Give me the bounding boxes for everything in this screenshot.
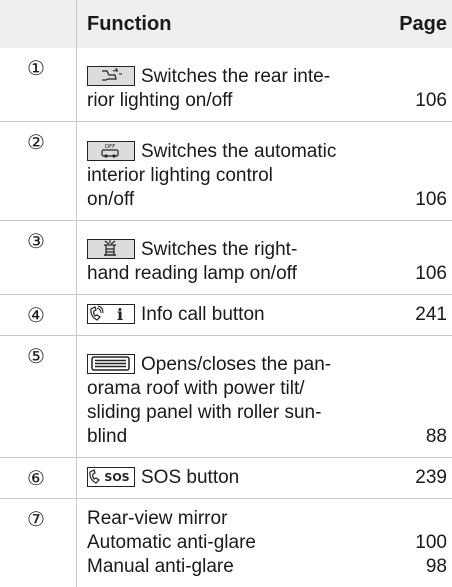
page-cell: 106	[380, 220, 452, 294]
function-text-line: Info call button	[141, 304, 265, 325]
row-number: ⑥	[27, 466, 45, 490]
info-call-icon: i	[87, 304, 135, 324]
table-row: ② OFF Switches the automatic interior li…	[0, 121, 452, 220]
table-row: ③ Switches the right- hand reading lamp …	[0, 220, 452, 294]
function-table: Function Page ① Switches the rear inte- …	[0, 0, 452, 587]
row-number: ⑤	[27, 344, 45, 368]
row-number-cell: ③	[0, 220, 77, 294]
reading-lamp-icon	[87, 239, 135, 259]
function-cell: i Info call button	[77, 294, 380, 335]
sub-item: Manual anti-glare 98	[87, 555, 447, 579]
function-text-line: blind	[87, 425, 374, 449]
table-row: ⑦ Rear-view mirror Automatic anti-glare …	[0, 498, 452, 587]
function-text-line: on/off	[87, 188, 374, 212]
function-text-line: Opens/closes the pan-	[141, 354, 331, 375]
sos-call-icon: SOS	[87, 467, 135, 487]
row-number-cell: ⑦	[0, 498, 77, 587]
sub-item: Automatic anti-glare 100	[87, 531, 447, 555]
table-row: ⑥ SOS SOS button 239	[0, 457, 452, 498]
info-i-glyph: i	[117, 305, 123, 322]
function-cell: Opens/closes the pan- orama roof with po…	[77, 335, 380, 457]
row-number: ②	[27, 130, 45, 154]
row-number-cell: ②	[0, 121, 77, 220]
table-row: ④ i Info call button 241	[0, 294, 452, 335]
header-number-cell	[0, 0, 77, 48]
page-cell: 88	[380, 335, 452, 457]
row-number: ⑦	[27, 507, 45, 531]
row-number: ④	[27, 303, 45, 327]
function-text-line: Switches the automatic	[141, 141, 336, 162]
page-cell: 106	[380, 121, 452, 220]
function-text-line: Switches the right-	[141, 239, 297, 260]
function-text-line: SOS button	[141, 467, 239, 488]
automatic-interior-light-off-icon: OFF	[87, 141, 135, 161]
sub-item-page: 100	[415, 531, 447, 555]
sub-item-label: Manual anti-glare	[87, 555, 234, 579]
function-cell: Switches the rear inte- rior lighting on…	[77, 48, 380, 121]
page-cell: 241	[380, 294, 452, 335]
header-page: Page	[380, 0, 452, 48]
table-header: Function Page	[0, 0, 452, 48]
function-cell: Rear-view mirror Automatic anti-glare 10…	[77, 498, 452, 587]
function-text-line: rior lighting on/off	[87, 89, 374, 113]
function-text-line: sliding panel with roller sun-	[87, 401, 374, 425]
sub-item-label: Automatic anti-glare	[87, 531, 256, 555]
function-text-line: Switches the rear inte-	[141, 66, 330, 87]
panorama-roof-icon	[87, 354, 135, 374]
function-text-line: hand reading lamp on/off	[87, 262, 374, 286]
function-text-line: interior lighting control	[87, 164, 374, 188]
sub-item-page: 98	[426, 555, 447, 579]
off-label: OFF	[105, 144, 116, 150]
function-cell: Switches the right- hand reading lamp on…	[77, 220, 380, 294]
table-row: ⑤ Opens/closes the pan- orama roof with …	[0, 335, 452, 457]
table-row: ① Switches the rear inte- rior lighting …	[0, 48, 452, 121]
row-number-cell: ⑤	[0, 335, 77, 457]
rear-interior-light-icon	[87, 66, 135, 86]
row-number: ①	[27, 56, 45, 80]
row-number-cell: ⑥	[0, 457, 77, 498]
page-cell: 106	[380, 48, 452, 121]
page-cell: 239	[380, 457, 452, 498]
row-number: ③	[27, 229, 45, 253]
row-number-cell: ④	[0, 294, 77, 335]
header-function: Function	[77, 0, 380, 48]
function-text-line: Rear-view mirror	[87, 507, 447, 531]
function-text-line: orama roof with power tilt/	[87, 377, 374, 401]
sos-label: SOS	[104, 471, 129, 484]
function-cell: SOS SOS button	[77, 457, 380, 498]
row-number-cell: ①	[0, 48, 77, 121]
function-cell: OFF Switches the automatic interior ligh…	[77, 121, 380, 220]
